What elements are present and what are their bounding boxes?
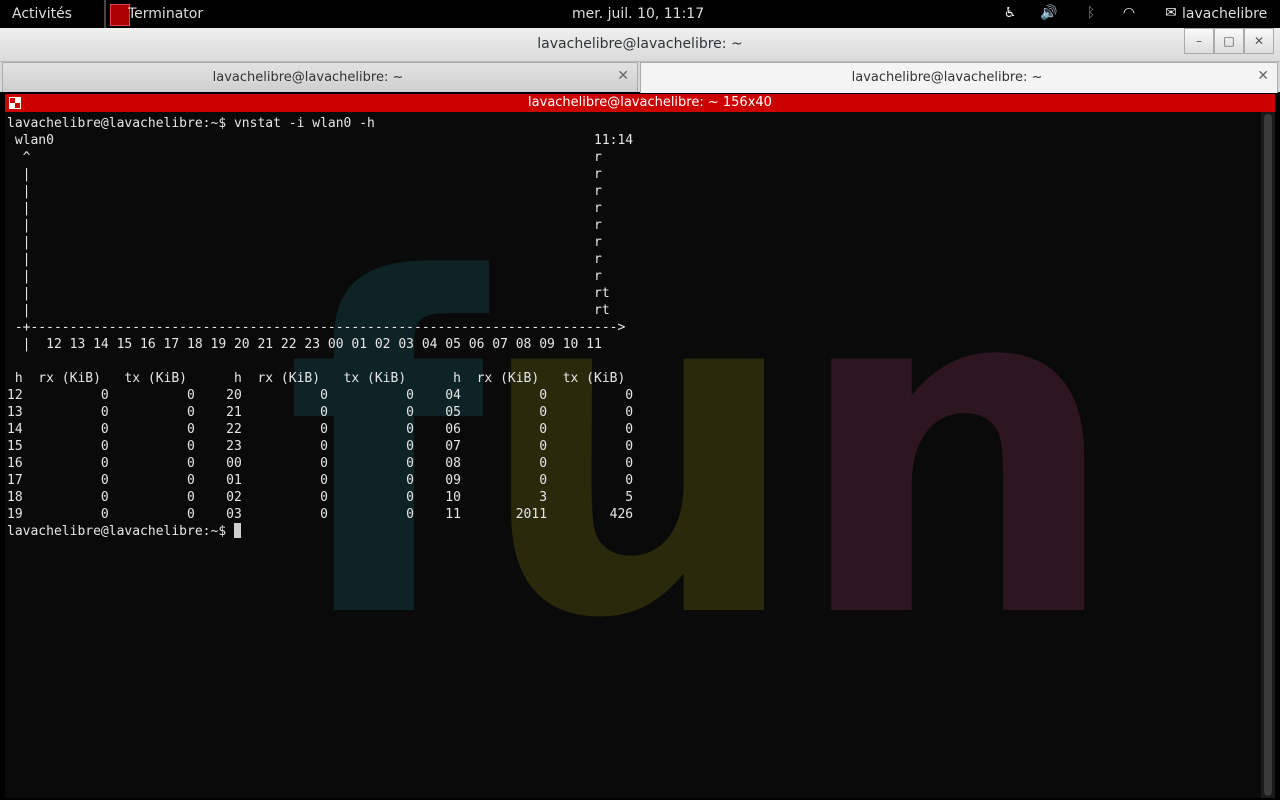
terminator-app-icon bbox=[110, 4, 130, 26]
tab-label: lavachelibre@lavachelibre: ~ bbox=[212, 70, 404, 85]
scrollbar-thumb[interactable] bbox=[1264, 114, 1272, 796]
activities-button[interactable]: Activités bbox=[12, 6, 72, 22]
maximize-button[interactable]: □ bbox=[1214, 28, 1244, 54]
terminal-line: 16 0 0 00 0 0 08 0 0 bbox=[7, 456, 634, 471]
terminal-line: | r bbox=[22, 184, 602, 199]
volume-icon[interactable]: 🔊 bbox=[1040, 5, 1058, 23]
accessibility-icon[interactable]: ♿ bbox=[1001, 5, 1019, 23]
terminal-line: 14 0 0 22 0 0 06 0 0 bbox=[7, 422, 634, 437]
topbar-divider bbox=[104, 0, 106, 28]
tab-label: lavachelibre@lavachelibre: ~ bbox=[851, 70, 1043, 85]
terminal-line: | 12 13 14 15 16 17 18 19 20 21 22 23 00… bbox=[22, 337, 602, 352]
output-lines: lavachelibre@lavachelibre:~$ vnstat -i w… bbox=[7, 116, 633, 522]
tab-bar: lavachelibre@lavachelibre: ~ ✕ lavacheli… bbox=[0, 62, 1280, 93]
window-titlebar[interactable]: lavachelibre@lavachelibre: ~ bbox=[0, 28, 1280, 62]
terminal-line: 19 0 0 03 0 0 11 2011 426 bbox=[7, 507, 634, 522]
terminal-line: 18 0 0 02 0 0 10 3 5 bbox=[7, 490, 634, 505]
terminal-line: 15 0 0 23 0 0 07 0 0 bbox=[7, 439, 634, 454]
terminal-scrollbar[interactable] bbox=[1261, 112, 1275, 798]
chat-status-icon[interactable]: ✉ bbox=[1162, 5, 1180, 23]
tab-2-active[interactable]: lavachelibre@lavachelibre: ~ ✕ bbox=[640, 62, 1278, 93]
shell-prompt: lavachelibre@lavachelibre:~$ bbox=[7, 524, 234, 539]
terminal-line: | r bbox=[22, 252, 602, 267]
terminal-title: lavachelibre@lavachelibre: ~ 156x40 bbox=[528, 95, 772, 110]
terminal-line: | r bbox=[22, 167, 602, 182]
terminal-line: | rt bbox=[22, 286, 610, 301]
wifi-icon[interactable]: ◠ bbox=[1120, 5, 1138, 23]
terminal-output: lavachelibre@lavachelibre:~$ vnstat -i w… bbox=[7, 115, 633, 540]
terminal-line: 17 0 0 01 0 0 09 0 0 bbox=[7, 473, 634, 488]
top-bar: Activités Terminator mer. juil. 10, 11:1… bbox=[0, 0, 1280, 28]
terminal-line: | r bbox=[22, 235, 602, 250]
terminal-line: | rt bbox=[22, 303, 610, 318]
window-title: lavachelibre@lavachelibre: ~ bbox=[537, 36, 743, 52]
terminal-line: lavachelibre@lavachelibre:~$ vnstat -i w… bbox=[7, 116, 375, 131]
app-menu[interactable]: Terminator bbox=[128, 6, 203, 22]
terminal-titlebar: lavachelibre@lavachelibre: ~ 156x40 bbox=[5, 94, 1275, 112]
terminal-line: wlan0 11:14 bbox=[14, 133, 634, 148]
window-controls: – □ ✕ bbox=[1184, 28, 1274, 54]
tab-close-icon[interactable]: ✕ bbox=[617, 68, 629, 84]
close-button[interactable]: ✕ bbox=[1244, 28, 1274, 54]
terminal-line: h rx (KiB) tx (KiB) h rx (KiB) tx (KiB) … bbox=[14, 371, 626, 386]
terminal-line: | r bbox=[22, 201, 602, 216]
terminal-line: 12 0 0 20 0 0 04 0 0 bbox=[7, 388, 634, 403]
terminal-line: | r bbox=[22, 269, 602, 284]
user-menu[interactable]: lavachelibre bbox=[1182, 6, 1267, 22]
bluetooth-off-icon[interactable]: ᛒ bbox=[1082, 5, 1100, 23]
terminal-line: | r bbox=[22, 218, 602, 233]
text-cursor bbox=[233, 523, 241, 538]
tab-close-icon[interactable]: ✕ bbox=[1257, 68, 1269, 84]
tab-1[interactable]: lavachelibre@lavachelibre: ~ ✕ bbox=[2, 62, 638, 92]
minimize-button[interactable]: – bbox=[1184, 28, 1214, 54]
terminal-line: -+--------------------------------------… bbox=[14, 320, 626, 335]
terminal-line: 13 0 0 21 0 0 05 0 0 bbox=[7, 405, 634, 420]
terminal-view[interactable]: fun lavachelibre@lavachelibre:~$ vnstat … bbox=[5, 112, 1261, 798]
terminal-line: ^ r bbox=[22, 150, 602, 165]
clock[interactable]: mer. juil. 10, 11:17 bbox=[572, 6, 704, 22]
